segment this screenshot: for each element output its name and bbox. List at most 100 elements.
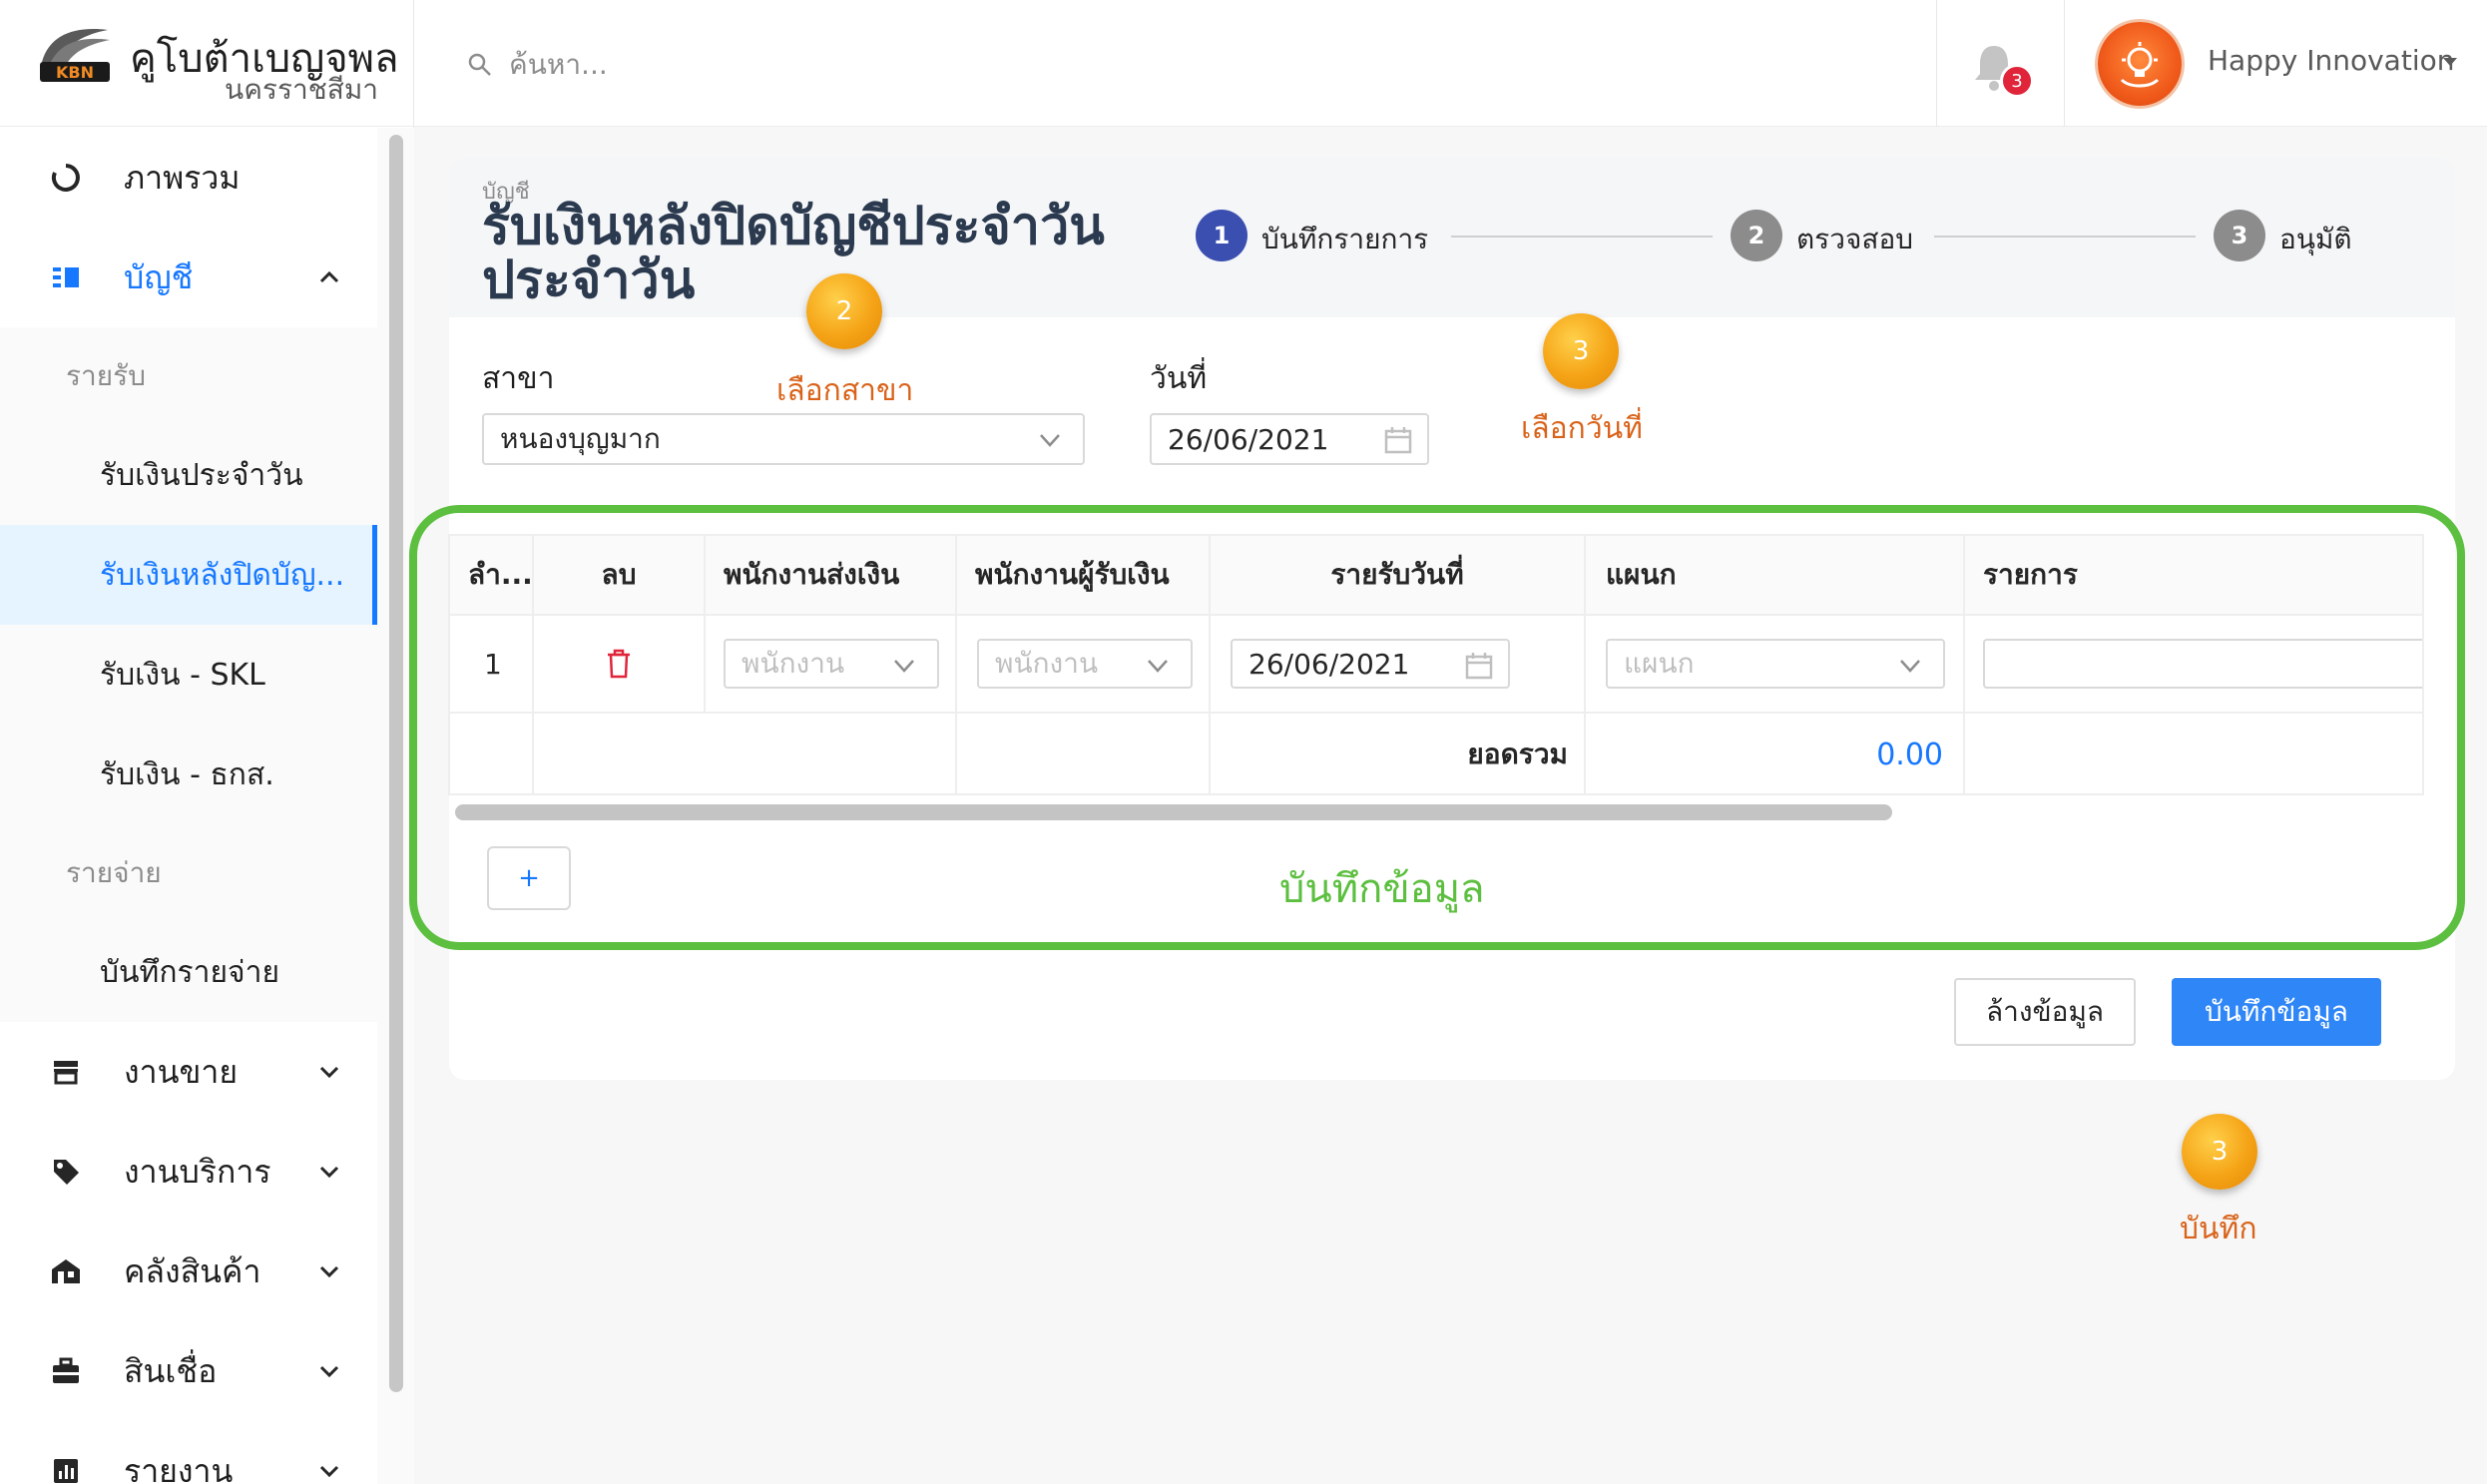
warehouse-icon bbox=[48, 1253, 84, 1289]
menu-overview[interactable]: ภาพรวม bbox=[0, 128, 377, 228]
user-name[interactable]: Happy Innovation bbox=[2208, 44, 2454, 77]
calendar-icon bbox=[1384, 427, 1412, 454]
row-date-picker[interactable]: 26/06/2021 bbox=[1231, 639, 1510, 689]
column-header-delete: ลบ bbox=[534, 536, 706, 614]
row-receiver-cell: พนักงาน bbox=[957, 616, 1211, 712]
account-book-icon bbox=[48, 259, 84, 295]
trash-icon[interactable] bbox=[606, 649, 632, 679]
chevron-down-icon bbox=[319, 1465, 339, 1478]
add-row-button[interactable]: + bbox=[487, 846, 571, 910]
caret-down-icon[interactable] bbox=[2442, 56, 2458, 68]
annotation-text-branch: เลือกสาขา bbox=[776, 373, 914, 408]
column-header-department: แผนก bbox=[1586, 536, 1965, 614]
menu-sales[interactable]: งานขาย bbox=[0, 1022, 377, 1122]
account-submenu: รายรับ รับเงินประจำวัน รับเงินหลังปิดบัญ… bbox=[0, 327, 377, 1022]
row-index: 1 bbox=[450, 616, 534, 712]
chevron-down-icon bbox=[319, 1166, 339, 1179]
tag-icon bbox=[48, 1154, 84, 1190]
notification-badge: 3 bbox=[2000, 64, 2034, 98]
total-empty-cell bbox=[1965, 714, 2422, 795]
annotation-badge-branch: 2 bbox=[806, 273, 882, 349]
date-picker-value: 26/06/2021 bbox=[1168, 422, 1329, 456]
table-highlight-caption: บันทึกข้อมูล bbox=[1279, 866, 1485, 912]
column-header-index[interactable]: ลำ... bbox=[450, 536, 534, 614]
submenu-income-baac[interactable]: รับเงิน - ธกส. bbox=[0, 725, 377, 824]
row-sender-cell: พนักงาน bbox=[706, 616, 957, 712]
branch-select[interactable]: หนองบุญมาก bbox=[482, 413, 1085, 465]
annotation-badge-save: 3 bbox=[2182, 1114, 2257, 1190]
brand-logo[interactable]: KBN คูโบต้าเบญจพล นครราชสีมา bbox=[0, 0, 414, 127]
submenu-income-skl[interactable]: รับเงิน - SKL bbox=[0, 625, 377, 725]
menu-warehouse[interactable]: คลังสินค้า bbox=[0, 1222, 377, 1321]
table-total-row: ยอดรวม 0.00 bbox=[450, 714, 2422, 795]
sidebar-scrollbar[interactable] bbox=[389, 135, 403, 1392]
step-3-label: อนุมัติ bbox=[2279, 223, 2352, 255]
entries-table: ลำ... ลบ พนักงานส่งเงิน พนักงานผู้รับเงิ… bbox=[448, 534, 2424, 795]
submenu-group-expense: รายจ่าย bbox=[66, 856, 162, 889]
sidebar: KBN คูโบต้าเบญจพล นครราชสีมา ภาพรวม บัญช… bbox=[0, 0, 414, 1484]
total-empty-cell bbox=[534, 714, 957, 795]
row-item-cell bbox=[1965, 616, 2422, 712]
logo-icon: KBN bbox=[40, 29, 110, 82]
date-picker[interactable]: 26/06/2021 bbox=[1150, 413, 1429, 465]
search-icon bbox=[468, 53, 491, 76]
menu-reports[interactable]: รายงาน bbox=[0, 1421, 377, 1484]
annotation-text-save: บันทึก bbox=[2180, 1212, 2257, 1246]
menu-credit[interactable]: สินเชื่อ bbox=[0, 1321, 377, 1421]
chevron-up-icon bbox=[319, 270, 339, 283]
column-header-item: รายการ bbox=[1983, 558, 2078, 591]
menu-account-label: บัญชี bbox=[124, 257, 194, 296]
sender-select-placeholder: พนักงาน bbox=[742, 647, 845, 680]
sender-select[interactable]: พนักงาน bbox=[724, 639, 939, 689]
clear-button[interactable]: ล้างข้อมูล bbox=[1954, 978, 2136, 1046]
avatar[interactable] bbox=[2098, 22, 2182, 106]
menu-credit-label: สินเชื่อ bbox=[124, 1351, 218, 1390]
department-select-placeholder: แผนก bbox=[1624, 647, 1695, 680]
table-horizontal-scrollbar[interactable] bbox=[455, 804, 1892, 820]
header-divider bbox=[1936, 0, 1937, 127]
save-button[interactable]: บันทึกข้อมูล bbox=[2172, 978, 2381, 1046]
department-select[interactable]: แผนก bbox=[1606, 639, 1945, 689]
step-1-circle: 1 bbox=[1196, 210, 1247, 261]
chevron-down-icon bbox=[319, 1265, 339, 1278]
menu-reports-label: รายงาน bbox=[124, 1451, 234, 1484]
submenu-after-close-income[interactable]: รับเงินหลังปิดบัญ... bbox=[0, 525, 377, 625]
row-date-value: 26/06/2021 bbox=[1248, 647, 1410, 681]
chevron-down-icon bbox=[1040, 434, 1060, 447]
total-value: 0.00 bbox=[1586, 714, 1965, 795]
step-2-label: ตรวจสอบ bbox=[1796, 223, 1914, 255]
menu-warehouse-label: คลังสินค้า bbox=[124, 1251, 261, 1290]
row-delete bbox=[534, 616, 706, 712]
receiver-select-placeholder: พนักงาน bbox=[995, 647, 1099, 680]
step-connector bbox=[1934, 236, 2196, 238]
lightbulb-icon bbox=[2120, 42, 2160, 88]
brand-subtitle: นครราชสีมา bbox=[225, 73, 378, 106]
step-connector bbox=[1451, 236, 1713, 238]
menu-service-label: งานบริการ bbox=[124, 1152, 271, 1191]
column-header-income-date: รายรับวันที่ bbox=[1211, 536, 1586, 614]
calendar-icon bbox=[1465, 653, 1493, 680]
search-input[interactable] bbox=[509, 40, 1108, 88]
item-input[interactable] bbox=[1983, 639, 2422, 689]
menu-service[interactable]: งานบริการ bbox=[0, 1122, 377, 1222]
branch-select-value: หนองบุญมาก bbox=[500, 422, 661, 455]
step-3-circle: 3 bbox=[2214, 210, 2265, 261]
annotation-badge-date: 3 bbox=[1543, 313, 1619, 389]
branch-label: สาขา bbox=[482, 361, 555, 396]
date-label: วันที่ bbox=[1150, 361, 1208, 396]
table-header-row: ลำ... ลบ พนักงานส่งเงิน พนักงานผู้รับเงิ… bbox=[450, 536, 2422, 616]
receiver-select[interactable]: พนักงาน bbox=[977, 639, 1193, 689]
submenu-record-expense[interactable]: บันทึกรายจ่าย bbox=[0, 922, 377, 1022]
shop-icon bbox=[48, 1054, 84, 1090]
chevron-down-icon bbox=[319, 1066, 339, 1079]
submenu-daily-income[interactable]: รับเงินประจำวัน bbox=[0, 425, 377, 525]
dashboard-icon bbox=[48, 160, 84, 196]
progress-steps: 1 บันทึกรายการ 2 ตรวจสอบ 3 อนุมัติ bbox=[1196, 210, 2353, 265]
total-empty-cell bbox=[957, 714, 1211, 795]
submenu-group-income: รายรับ bbox=[66, 359, 146, 392]
menu-account[interactable]: บัญชี bbox=[0, 228, 377, 327]
bar-chart-icon bbox=[48, 1453, 84, 1484]
row-department-cell: แผนก bbox=[1586, 616, 1965, 712]
side-menu: ภาพรวม บัญชี รายรับ รับเงินประจำวัน รับเ… bbox=[0, 128, 377, 1484]
total-empty-cell bbox=[450, 714, 534, 795]
